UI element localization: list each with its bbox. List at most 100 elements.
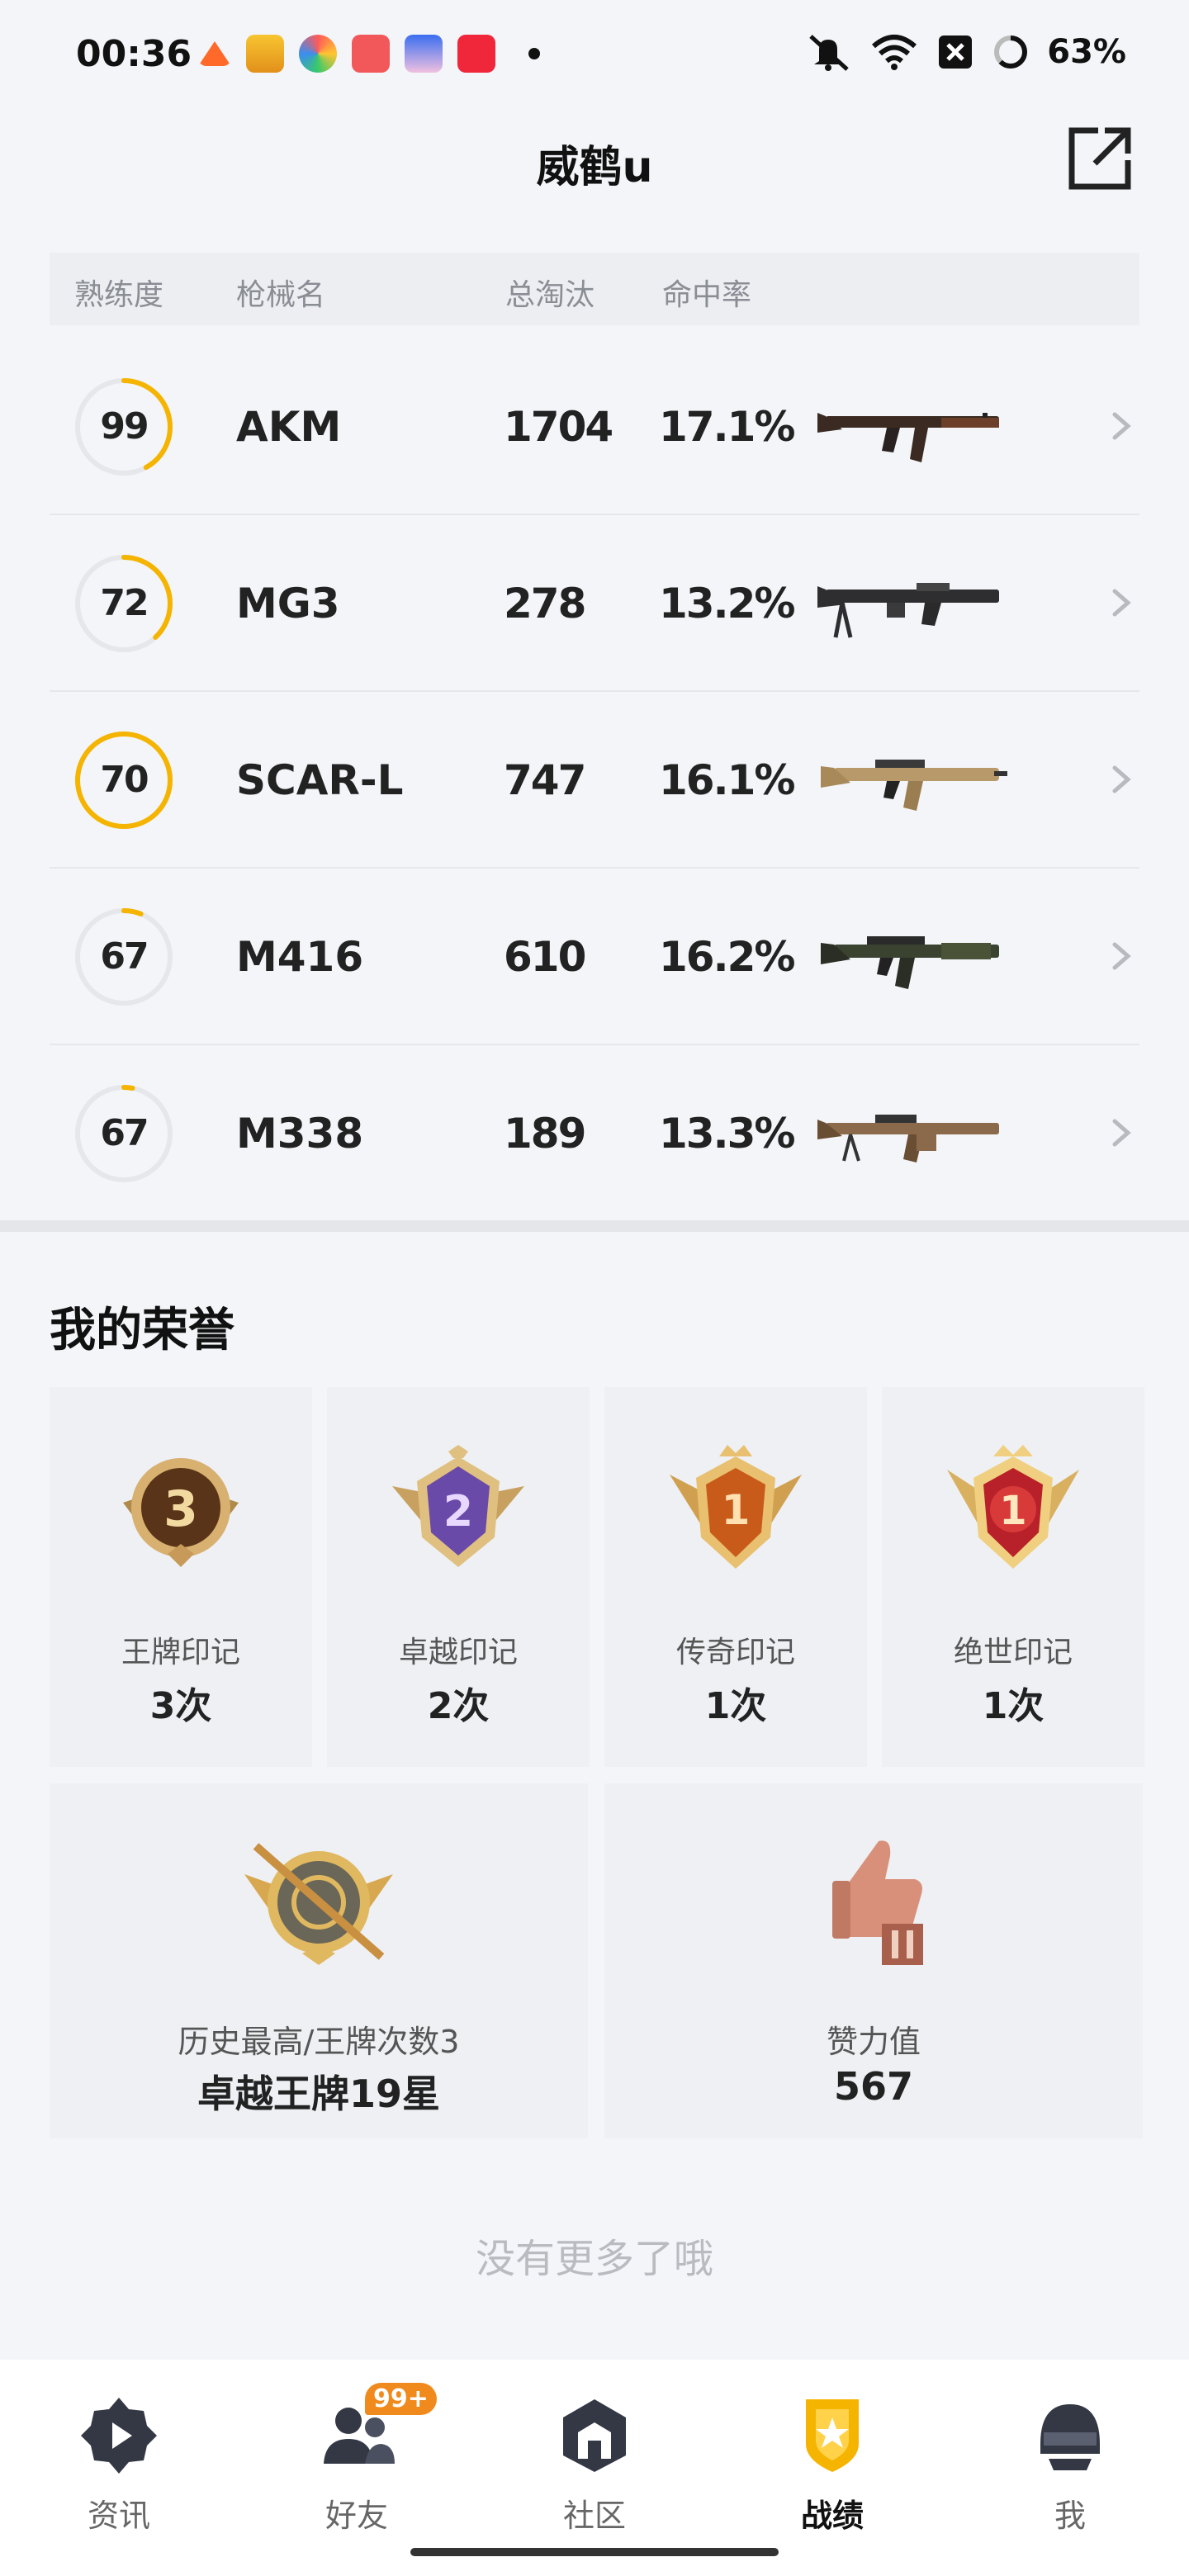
rank-sniper-badge-icon [244, 1843, 393, 1965]
mg3-machine-gun-image [817, 583, 999, 638]
gun-hit-rate: 13.2% [659, 580, 795, 627]
gun-kills: 1704 [504, 403, 613, 451]
column-hit-rate: 命中率 [662, 278, 752, 312]
chevron-right-icon [1112, 1119, 1131, 1147]
gun-name: AKM [236, 403, 342, 451]
app-notification-icon [299, 35, 337, 73]
honor-card-excellent[interactable]: 2 卓越印记 2次 [327, 1387, 590, 1767]
gun-kills: 189 [504, 1110, 586, 1158]
gun-hit-rate: 16.1% [659, 756, 795, 804]
peerless-mark-badge-icon: 1 [947, 1445, 1079, 1569]
status-time: 00:36 [76, 33, 192, 75]
honor-count: 1次 [704, 1685, 767, 1727]
home-indicator[interactable] [410, 2548, 779, 2556]
weapon-row[interactable]: 70 SCAR-L 747 16.1% [50, 692, 1139, 869]
best-rank-label: 历史最高/王牌次数3 [178, 2024, 460, 2060]
svg-text:2: 2 [443, 1487, 473, 1537]
honor-card-peerless[interactable]: 1 绝世印记 1次 [882, 1387, 1144, 1767]
m338-gun-image [817, 1115, 999, 1163]
battery-ring-icon [994, 36, 1028, 69]
honor-name: 传奇印记 [675, 1636, 795, 1669]
proficiency-value: 67 [100, 1112, 149, 1154]
share-export-icon[interactable] [1065, 124, 1135, 193]
chevron-right-icon [1112, 412, 1131, 440]
column-kills: 总淘汰 [505, 278, 595, 312]
app-notification-icon [198, 41, 231, 66]
likes-card[interactable]: 赞力值 567 [604, 1783, 1143, 2138]
honor-name: 王牌印记 [121, 1636, 240, 1669]
excellent-mark-badge-icon: 2 [392, 1445, 524, 1567]
nav-item-me[interactable]: 我 [988, 2381, 1153, 2546]
gun-kills: 610 [504, 933, 586, 981]
sim-off-icon [939, 36, 973, 69]
column-gun-name: 枪械名 [236, 278, 326, 312]
likes-value: 567 [833, 2064, 914, 2109]
weapon-row[interactable]: 72 MG3 278 13.2% [50, 515, 1139, 692]
weapon-list: 99 AKM 1704 17.1% 72 MG3 278 13.2% 70 SC… [50, 339, 1139, 1222]
video-app-icon [352, 35, 390, 73]
more-notifications-dot [528, 48, 540, 59]
ace-mark-badge-icon: 3 [123, 1458, 239, 1567]
svg-text:1: 1 [722, 1486, 751, 1534]
legend-mark-badge-icon: 1 [670, 1445, 802, 1569]
nav-label: 我 [1054, 2498, 1086, 2534]
nav-label: 战绩 [800, 2498, 864, 2534]
notification-icons [198, 35, 540, 73]
honor-card-ace[interactable]: 3 王牌印记 3次 [50, 1387, 312, 1767]
helmet-icon [1040, 2404, 1100, 2470]
gun-name: M416 [236, 933, 364, 981]
app-notification-icon [246, 35, 284, 73]
proficiency-value: 67 [100, 935, 149, 978]
honor-card-legend[interactable]: 1 传奇印记 1次 [604, 1387, 867, 1767]
status-right: 63% [804, 33, 1126, 71]
weapon-table-header: 熟练度 枪械名 总淘汰 命中率 [50, 253, 1139, 325]
column-proficiency: 熟练度 [74, 278, 164, 312]
friends-badge: 99+ [365, 2383, 437, 2415]
gun-hit-rate: 13.3% [659, 1110, 795, 1158]
proficiency-value: 72 [100, 582, 149, 624]
gun-name: MG3 [236, 580, 340, 627]
thumbs-up-trophy-icon [832, 1840, 923, 1965]
gun-name: M338 [236, 1110, 364, 1158]
nav-item-record[interactable]: 战绩 [750, 2381, 915, 2546]
bottom-nav: 资讯 99+ 好友 社区 战绩 我 [0, 2360, 1189, 2576]
section-divider [0, 1220, 1189, 1232]
svg-text:1: 1 [999, 1488, 1026, 1534]
chevron-right-icon [1112, 942, 1131, 970]
weapon-row[interactable]: 67 M338 189 13.3% [50, 1045, 1139, 1222]
gun-hit-rate: 17.1% [659, 403, 795, 451]
nav-label: 资讯 [87, 2498, 150, 2534]
proficiency-value: 70 [100, 759, 149, 801]
game-app-icon [405, 35, 443, 73]
honor-count: 2次 [427, 1685, 490, 1727]
mute-icon [809, 35, 849, 71]
gun-kills: 278 [504, 580, 586, 627]
gun-name: SCAR-L [236, 756, 404, 804]
no-more-text: 没有更多了哦 [475, 2236, 713, 2282]
best-rank-value: 卓越王牌19星 [197, 2072, 440, 2116]
likes-label: 赞力值 [826, 2024, 921, 2060]
weapon-row[interactable]: 99 AKM 1704 17.1% [50, 339, 1139, 515]
weapon-row[interactable]: 67 M416 610 16.2% [50, 869, 1139, 1045]
wifi-icon [872, 35, 917, 70]
nav-label: 好友 [324, 2498, 388, 2534]
best-rank-card[interactable]: 历史最高/王牌次数3 卓越王牌19星 [50, 1783, 588, 2138]
battery-percent: 63% [1047, 33, 1126, 71]
scar-l-rifle-image [821, 760, 1007, 811]
music-app-icon [457, 35, 495, 73]
honor-count: 3次 [149, 1685, 212, 1727]
nav-item-community[interactable]: 社区 [512, 2381, 677, 2546]
page-title: 威鹤u [536, 143, 653, 192]
honor-count: 1次 [982, 1685, 1045, 1727]
honor-name: 卓越印记 [398, 1636, 518, 1669]
honors-title: 我的荣誉 [50, 1304, 234, 1357]
m416-rifle-image [821, 936, 999, 989]
nav-item-friends[interactable]: 99+ 好友 [274, 2381, 439, 2546]
record-shield-icon [806, 2399, 859, 2472]
nav-item-news[interactable]: 资讯 [36, 2381, 201, 2546]
gun-hit-rate: 16.2% [659, 933, 795, 981]
chevron-right-icon [1112, 765, 1131, 793]
honor-name: 绝世印记 [953, 1636, 1073, 1669]
status-bar: 00:36 63% [0, 0, 1189, 107]
proficiency-value: 99 [100, 405, 149, 447]
